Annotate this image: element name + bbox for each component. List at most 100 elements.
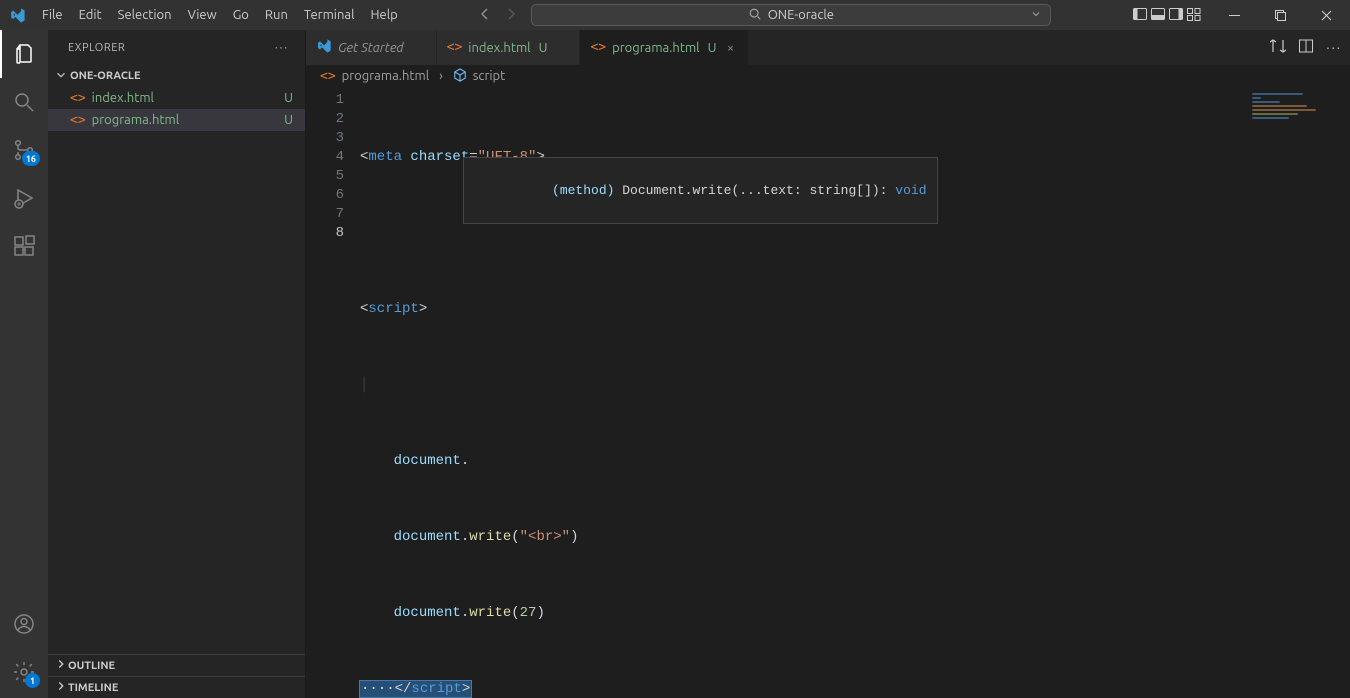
code-line[interactable]: │ xyxy=(360,376,1240,395)
activity-search[interactable] xyxy=(0,78,48,126)
tab-bar: Get Started <> index.html U <> programa.… xyxy=(306,30,1350,65)
outline-section[interactable]: OUTLINE xyxy=(48,654,305,676)
explorer-title: EXPLORER ··· xyxy=(48,30,305,65)
explorer-more-icon[interactable]: ··· xyxy=(275,42,289,54)
html-file-icon: <> xyxy=(70,113,86,128)
command-center[interactable]: ONE-oracle xyxy=(531,4,1051,26)
code-editor[interactable]: 1 2 3 4 5 6 7 8 <meta charset="UFT-8"> <… xyxy=(306,87,1350,698)
chevron-down-icon xyxy=(1030,8,1042,23)
code-line[interactable] xyxy=(360,224,1240,243)
vscode-icon xyxy=(316,38,332,57)
command-center-text: ONE-oracle xyxy=(768,8,834,22)
toggle-primary-sidebar-icon[interactable] xyxy=(1132,6,1148,25)
window-minimize-button[interactable] xyxy=(1212,0,1258,30)
code-line[interactable]: <script> xyxy=(360,300,1240,319)
activity-extensions[interactable] xyxy=(0,222,48,270)
breadcrumb-symbol[interactable]: script xyxy=(473,69,506,83)
editor-actions: ··· xyxy=(1262,30,1350,65)
chevron-right-icon xyxy=(54,657,68,674)
file-name: index.html xyxy=(92,91,154,105)
window-close-button[interactable] xyxy=(1304,0,1350,30)
menu-file[interactable]: File xyxy=(34,0,71,30)
line-number: 1 xyxy=(306,91,344,110)
activity-source-control[interactable]: 16 xyxy=(0,126,48,174)
breadcrumb-file[interactable]: programa.html xyxy=(342,69,429,83)
toggle-secondary-sidebar-icon[interactable] xyxy=(1168,6,1184,25)
nav-back-icon[interactable] xyxy=(477,6,493,25)
compare-changes-icon[interactable] xyxy=(1270,38,1286,57)
menu-run[interactable]: Run xyxy=(257,0,296,30)
nav-arrows xyxy=(477,6,531,25)
breadcrumbs[interactable]: <> programa.html script xyxy=(306,65,1350,87)
html-file-icon: <> xyxy=(320,69,336,84)
tab-label: programa.html xyxy=(612,41,699,55)
line-number: 7 xyxy=(306,205,344,224)
window-maximize-button[interactable] xyxy=(1258,0,1304,30)
file-name: programa.html xyxy=(92,113,179,127)
vscode-logo-icon xyxy=(0,7,34,24)
git-status: U xyxy=(284,91,293,105)
file-tree: <> index.html U <> programa.html U xyxy=(48,87,305,135)
settings-badge: 1 xyxy=(25,673,40,688)
chevron-right-icon xyxy=(435,69,447,83)
title-bar: File Edit Selection View Go Run Terminal… xyxy=(0,0,1350,30)
line-number: 5 xyxy=(306,167,344,186)
nav-forward-icon[interactable] xyxy=(503,6,519,25)
split-editor-icon[interactable] xyxy=(1298,38,1314,57)
html-file-icon: <> xyxy=(590,40,606,55)
menu-go[interactable]: Go xyxy=(225,0,257,30)
line-gutter: 1 2 3 4 5 6 7 8 xyxy=(306,87,360,698)
activity-run-debug[interactable] xyxy=(0,174,48,222)
tab-label: index.html xyxy=(468,41,530,55)
html-file-icon: <> xyxy=(70,91,86,106)
scm-badge: 16 xyxy=(22,151,40,166)
activity-accounts[interactable] xyxy=(0,600,48,648)
line-number: 3 xyxy=(306,129,344,148)
outline-label: OUTLINE xyxy=(68,660,115,672)
tooltip-return-type: void xyxy=(895,183,926,198)
search-icon xyxy=(748,7,762,24)
timeline-section[interactable]: TIMELINE xyxy=(48,676,305,698)
activity-bar: 16 1 xyxy=(0,30,48,698)
menu-selection[interactable]: Selection xyxy=(110,0,180,30)
tooltip-signature: Document.write(...text: string[]): xyxy=(614,183,895,198)
menu-help[interactable]: Help xyxy=(362,0,405,30)
git-status: U xyxy=(708,41,717,55)
activity-settings[interactable]: 1 xyxy=(0,648,48,696)
menu-edit[interactable]: Edit xyxy=(71,0,110,30)
tree-item-programa[interactable]: <> programa.html U xyxy=(48,109,305,131)
code-line[interactable]: ····</script> xyxy=(360,680,1240,698)
menu-view[interactable]: View xyxy=(180,0,225,30)
title-actions xyxy=(1122,0,1350,30)
tab-programa[interactable]: <> programa.html U × xyxy=(580,30,749,65)
tab-close-icon[interactable]: × xyxy=(722,41,738,55)
minimap[interactable] xyxy=(1240,87,1350,698)
tooltip-method-kw: (method) xyxy=(552,183,614,198)
tab-index[interactable]: <> index.html U xyxy=(437,30,581,65)
git-status: U xyxy=(539,41,548,55)
tree-item-index[interactable]: <> index.html U xyxy=(48,87,305,109)
code-line[interactable]: document.write("<br>") xyxy=(360,528,1240,547)
timeline-label: TIMELINE xyxy=(68,682,118,694)
text-cursor xyxy=(471,680,472,696)
menu-bar: File Edit Selection View Go Run Terminal… xyxy=(34,0,406,30)
symbol-icon xyxy=(453,68,467,85)
line-number: 2 xyxy=(306,110,344,129)
more-actions-icon[interactable]: ··· xyxy=(1326,41,1342,55)
code-line[interactable]: document. xyxy=(360,452,1240,471)
tab-get-started[interactable]: Get Started xyxy=(306,30,437,65)
code-content[interactable]: <meta charset="UFT-8"> <script> │ docume… xyxy=(360,87,1240,698)
line-number: 4 xyxy=(306,148,344,167)
editor-group: Get Started <> index.html U <> programa.… xyxy=(306,30,1350,698)
menu-terminal[interactable]: Terminal xyxy=(296,0,363,30)
folder-header[interactable]: ONE-ORACLE xyxy=(48,65,305,87)
line-number: 6 xyxy=(306,186,344,205)
customize-layout-icon[interactable] xyxy=(1186,6,1202,25)
html-file-icon: <> xyxy=(447,40,463,55)
toggle-panel-icon[interactable] xyxy=(1150,6,1166,25)
code-line[interactable]: document.write(27) xyxy=(360,604,1240,623)
chevron-down-icon xyxy=(54,68,68,85)
minimap-content xyxy=(1252,93,1344,141)
activity-explorer[interactable] xyxy=(0,30,48,78)
folder-name: ONE-ORACLE xyxy=(70,70,141,82)
